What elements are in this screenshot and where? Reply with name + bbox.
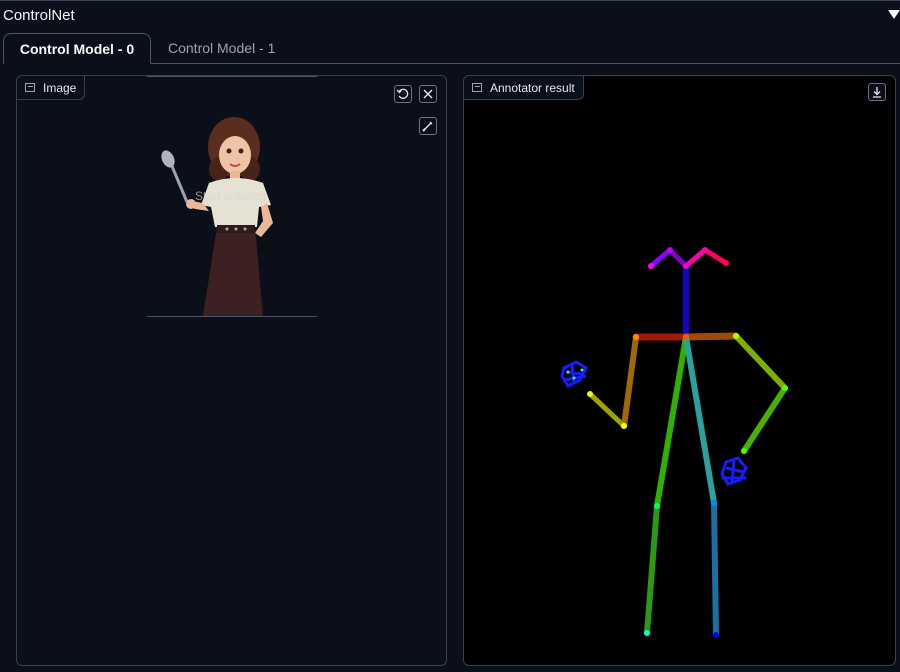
brush-icon [422, 121, 433, 132]
download-button[interactable] [868, 83, 886, 101]
annotator-panel: Annotator result [463, 75, 896, 666]
undo-button[interactable] [394, 85, 412, 103]
image-panel-label: Image [17, 76, 86, 100]
undo-icon [396, 88, 409, 99]
controlnet-header[interactable]: ControlNet [0, 0, 900, 31]
annotator-panel-label: Annotator result [464, 76, 584, 100]
download-icon [873, 87, 881, 98]
image-icon [472, 83, 482, 92]
close-button[interactable] [419, 85, 437, 103]
image-icon [25, 83, 35, 92]
close-icon [423, 89, 433, 99]
tab-divider [150, 63, 900, 64]
image-canvas[interactable]: Start drawing [147, 76, 317, 317]
annotator-label-text: Annotator result [490, 81, 575, 95]
collapse-triangle-icon[interactable] [888, 10, 900, 19]
section-title: ControlNet [3, 7, 75, 24]
brush-button[interactable] [419, 117, 437, 135]
tab-control-model-1[interactable]: Control Model - 1 [154, 33, 289, 64]
image-label-text: Image [43, 81, 77, 95]
image-panel: Start drawing Image [16, 75, 447, 666]
start-drawing-hint: Start drawing [195, 189, 266, 203]
tab-control-model-0[interactable]: Control Model - 0 [3, 33, 151, 64]
openpose-skeleton-image [560, 247, 788, 638]
